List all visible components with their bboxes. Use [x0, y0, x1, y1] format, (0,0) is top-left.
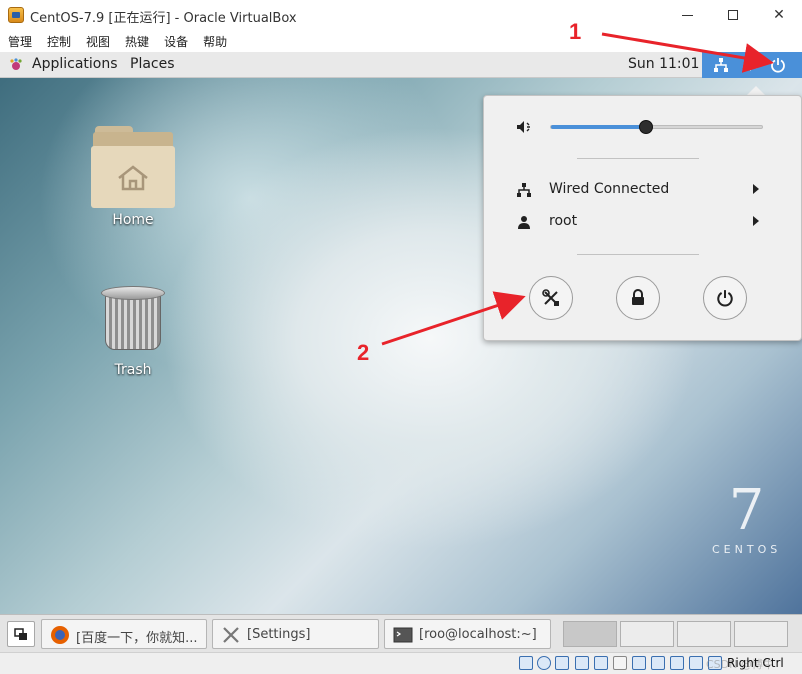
audio-icon[interactable]	[555, 656, 569, 670]
submenu-arrow-icon	[753, 216, 759, 226]
desktop-icon-trash[interactable]: Trash	[83, 278, 183, 378]
lock-button[interactable]	[616, 276, 660, 320]
host-titlebar: CentOS-7.9 [正在运行] - Oracle VirtualBox ✕	[0, 0, 802, 30]
host-status-bar: CSDN @博牛 Right Ctrl	[0, 652, 802, 674]
power-off-button[interactable]	[703, 276, 747, 320]
taskbar-item-settings[interactable]: [Settings]	[212, 619, 379, 649]
video-capture-icon[interactable]	[651, 656, 665, 670]
applications-menu[interactable]: Applications	[32, 56, 118, 72]
home-folder-icon	[91, 126, 175, 208]
menu-devices[interactable]: 设备	[164, 33, 188, 50]
volume-muted-icon	[517, 121, 530, 133]
centos-brand-mark: 7 CENTOS	[712, 478, 782, 557]
virtualization-icon[interactable]	[670, 656, 684, 670]
hard-disk-icon[interactable]	[519, 656, 533, 670]
volume-icon	[744, 59, 758, 71]
desktop-icon-label: Trash	[114, 362, 152, 378]
taskbar-item-terminal[interactable]: [roo@localhost:~]	[384, 619, 551, 649]
menu-manage[interactable]: 管理	[8, 33, 32, 50]
maximize-icon	[728, 10, 738, 20]
centos-wordmark: CENTOS	[712, 543, 782, 556]
taskbar-item-label: [roo@localhost:~]	[419, 627, 537, 642]
network-wired-icon	[714, 58, 728, 72]
desktop-icon-label: Home	[112, 212, 154, 228]
workspace-1[interactable]	[563, 621, 617, 647]
optical-drive-icon[interactable]	[537, 656, 551, 670]
network-menu-item[interactable]: Wired Connected	[484, 177, 801, 203]
taskbar-item-label: [百度一下，你就知...	[76, 631, 198, 646]
usb-icon[interactable]	[594, 656, 608, 670]
menu-help[interactable]: 帮助	[203, 33, 227, 50]
menu-hotkeys[interactable]: 热键	[125, 33, 149, 50]
user-menu-item[interactable]: root	[484, 209, 801, 235]
guest-top-panel: Applications Places Sun 11:01	[0, 52, 802, 78]
clock[interactable]: Sun 11:01	[628, 56, 699, 72]
annotation-label-2: 2	[357, 340, 370, 365]
host-key-label: Right Ctrl	[727, 656, 784, 670]
desktop-icon-home[interactable]: Home	[83, 126, 183, 228]
close-button[interactable]: ✕	[756, 0, 802, 30]
annotation-label-1: 1	[569, 19, 582, 44]
separator	[577, 158, 699, 159]
power-icon	[717, 290, 733, 307]
lock-icon	[632, 289, 644, 305]
show-desktop-icon	[14, 628, 27, 640]
settings-button[interactable]	[529, 276, 573, 320]
submenu-arrow-icon	[753, 184, 759, 194]
taskbar-item-label: [Settings]	[247, 627, 311, 642]
trash-icon	[101, 278, 165, 358]
centos-numeral: 7	[728, 478, 765, 543]
shared-folders-icon[interactable]	[613, 656, 627, 670]
network-icon[interactable]	[575, 656, 589, 670]
minimize-button[interactable]	[664, 0, 710, 30]
mouse-integration-icon[interactable]	[689, 656, 703, 670]
workspace-4[interactable]	[734, 621, 788, 647]
firefox-icon	[51, 626, 69, 644]
places-menu[interactable]: Places	[130, 56, 175, 72]
gnome-foot-icon	[10, 58, 22, 70]
volume-slider-knob[interactable]	[639, 120, 653, 134]
user-icon	[518, 216, 530, 229]
system-menu-popup: Wired Connected root	[483, 95, 802, 341]
volume-slider[interactable]	[550, 120, 763, 134]
separator	[577, 254, 699, 255]
settings-icon	[542, 289, 559, 306]
menu-control[interactable]: 控制	[47, 33, 71, 50]
maximize-button[interactable]	[710, 0, 756, 30]
user-label: root	[549, 213, 578, 229]
workspace-3[interactable]	[677, 621, 731, 647]
workspace-2[interactable]	[620, 621, 674, 647]
settings-tools-icon	[223, 627, 239, 643]
guest-taskbar: [百度一下，你就知... [Settings] [roo@localhost:~…	[0, 614, 802, 652]
network-label: Wired Connected	[549, 181, 670, 197]
taskbar-item-browser[interactable]: [百度一下，你就知...	[41, 619, 207, 649]
display-icon[interactable]	[632, 656, 646, 670]
volume-slider-fill	[551, 125, 646, 129]
menu-view[interactable]: 视图	[86, 33, 110, 50]
system-status-area[interactable]	[702, 52, 802, 78]
minimize-icon	[681, 14, 693, 16]
host-menubar: 管理 控制 视图 热键 设备 帮助	[0, 30, 802, 52]
window-title: CentOS-7.9 [正在运行] - Oracle VirtualBox	[30, 11, 297, 26]
close-icon: ✕	[773, 7, 785, 23]
show-desktop-button[interactable]	[7, 621, 35, 647]
virtualbox-icon	[8, 7, 24, 23]
terminal-icon	[393, 627, 413, 643]
network-wired-icon	[517, 183, 531, 197]
power-icon	[771, 58, 785, 73]
